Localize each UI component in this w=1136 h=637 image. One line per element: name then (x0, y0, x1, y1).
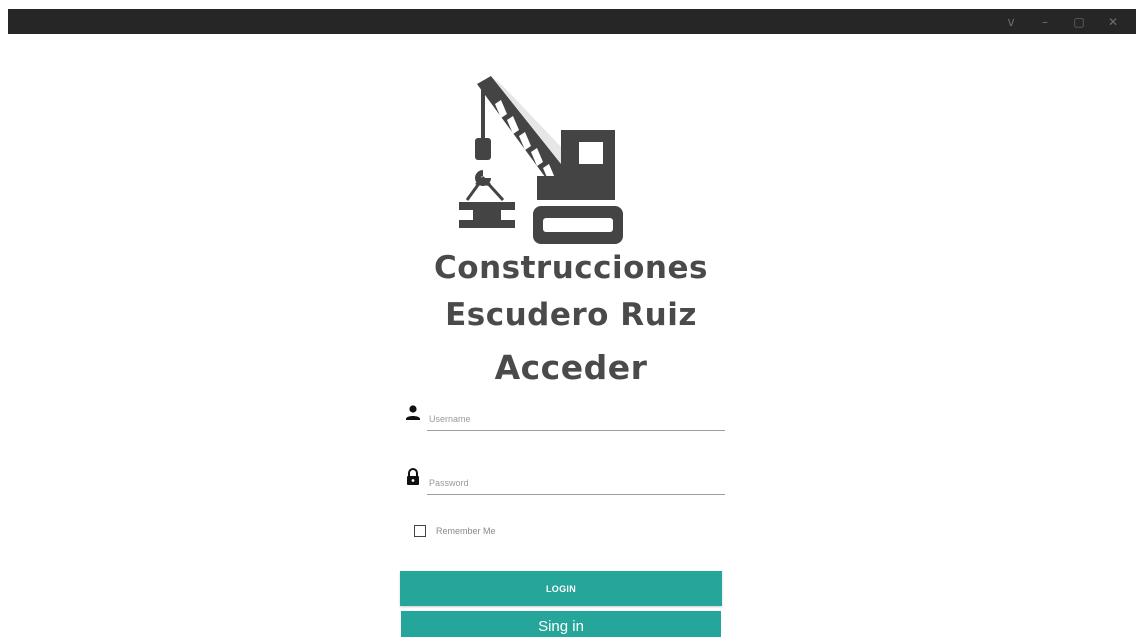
maximize-icon[interactable]: ▢ (1062, 9, 1096, 34)
app-window: v – ▢ ✕ Construcciones Escudero Ruiz Acc… (0, 0, 1136, 637)
title-bar[interactable]: v – ▢ ✕ (8, 9, 1136, 34)
remember-checkbox[interactable] (414, 525, 426, 537)
login-button[interactable]: LOGIN (400, 571, 722, 606)
signin-button[interactable]: Sing in (401, 611, 721, 637)
remember-me[interactable]: Remember Me (414, 524, 496, 538)
remember-label: Remember Me (436, 526, 496, 536)
username-field (405, 404, 725, 432)
person-icon (406, 405, 420, 420)
username-input[interactable] (427, 408, 725, 431)
password-input[interactable] (427, 472, 725, 495)
close-icon[interactable]: ✕ (1096, 9, 1130, 34)
minimize-icon[interactable]: – (1028, 9, 1062, 34)
brand-line-2: Escudero Ruiz (445, 297, 697, 333)
page-title: Acceder (494, 348, 648, 387)
crane-icon (459, 76, 623, 244)
password-field (405, 468, 725, 496)
brand-line-1: Construcciones (434, 250, 708, 286)
window-controls: v – ▢ ✕ (994, 9, 1130, 34)
lock-icon (407, 468, 419, 485)
chevron-down-icon[interactable]: v (994, 9, 1028, 34)
